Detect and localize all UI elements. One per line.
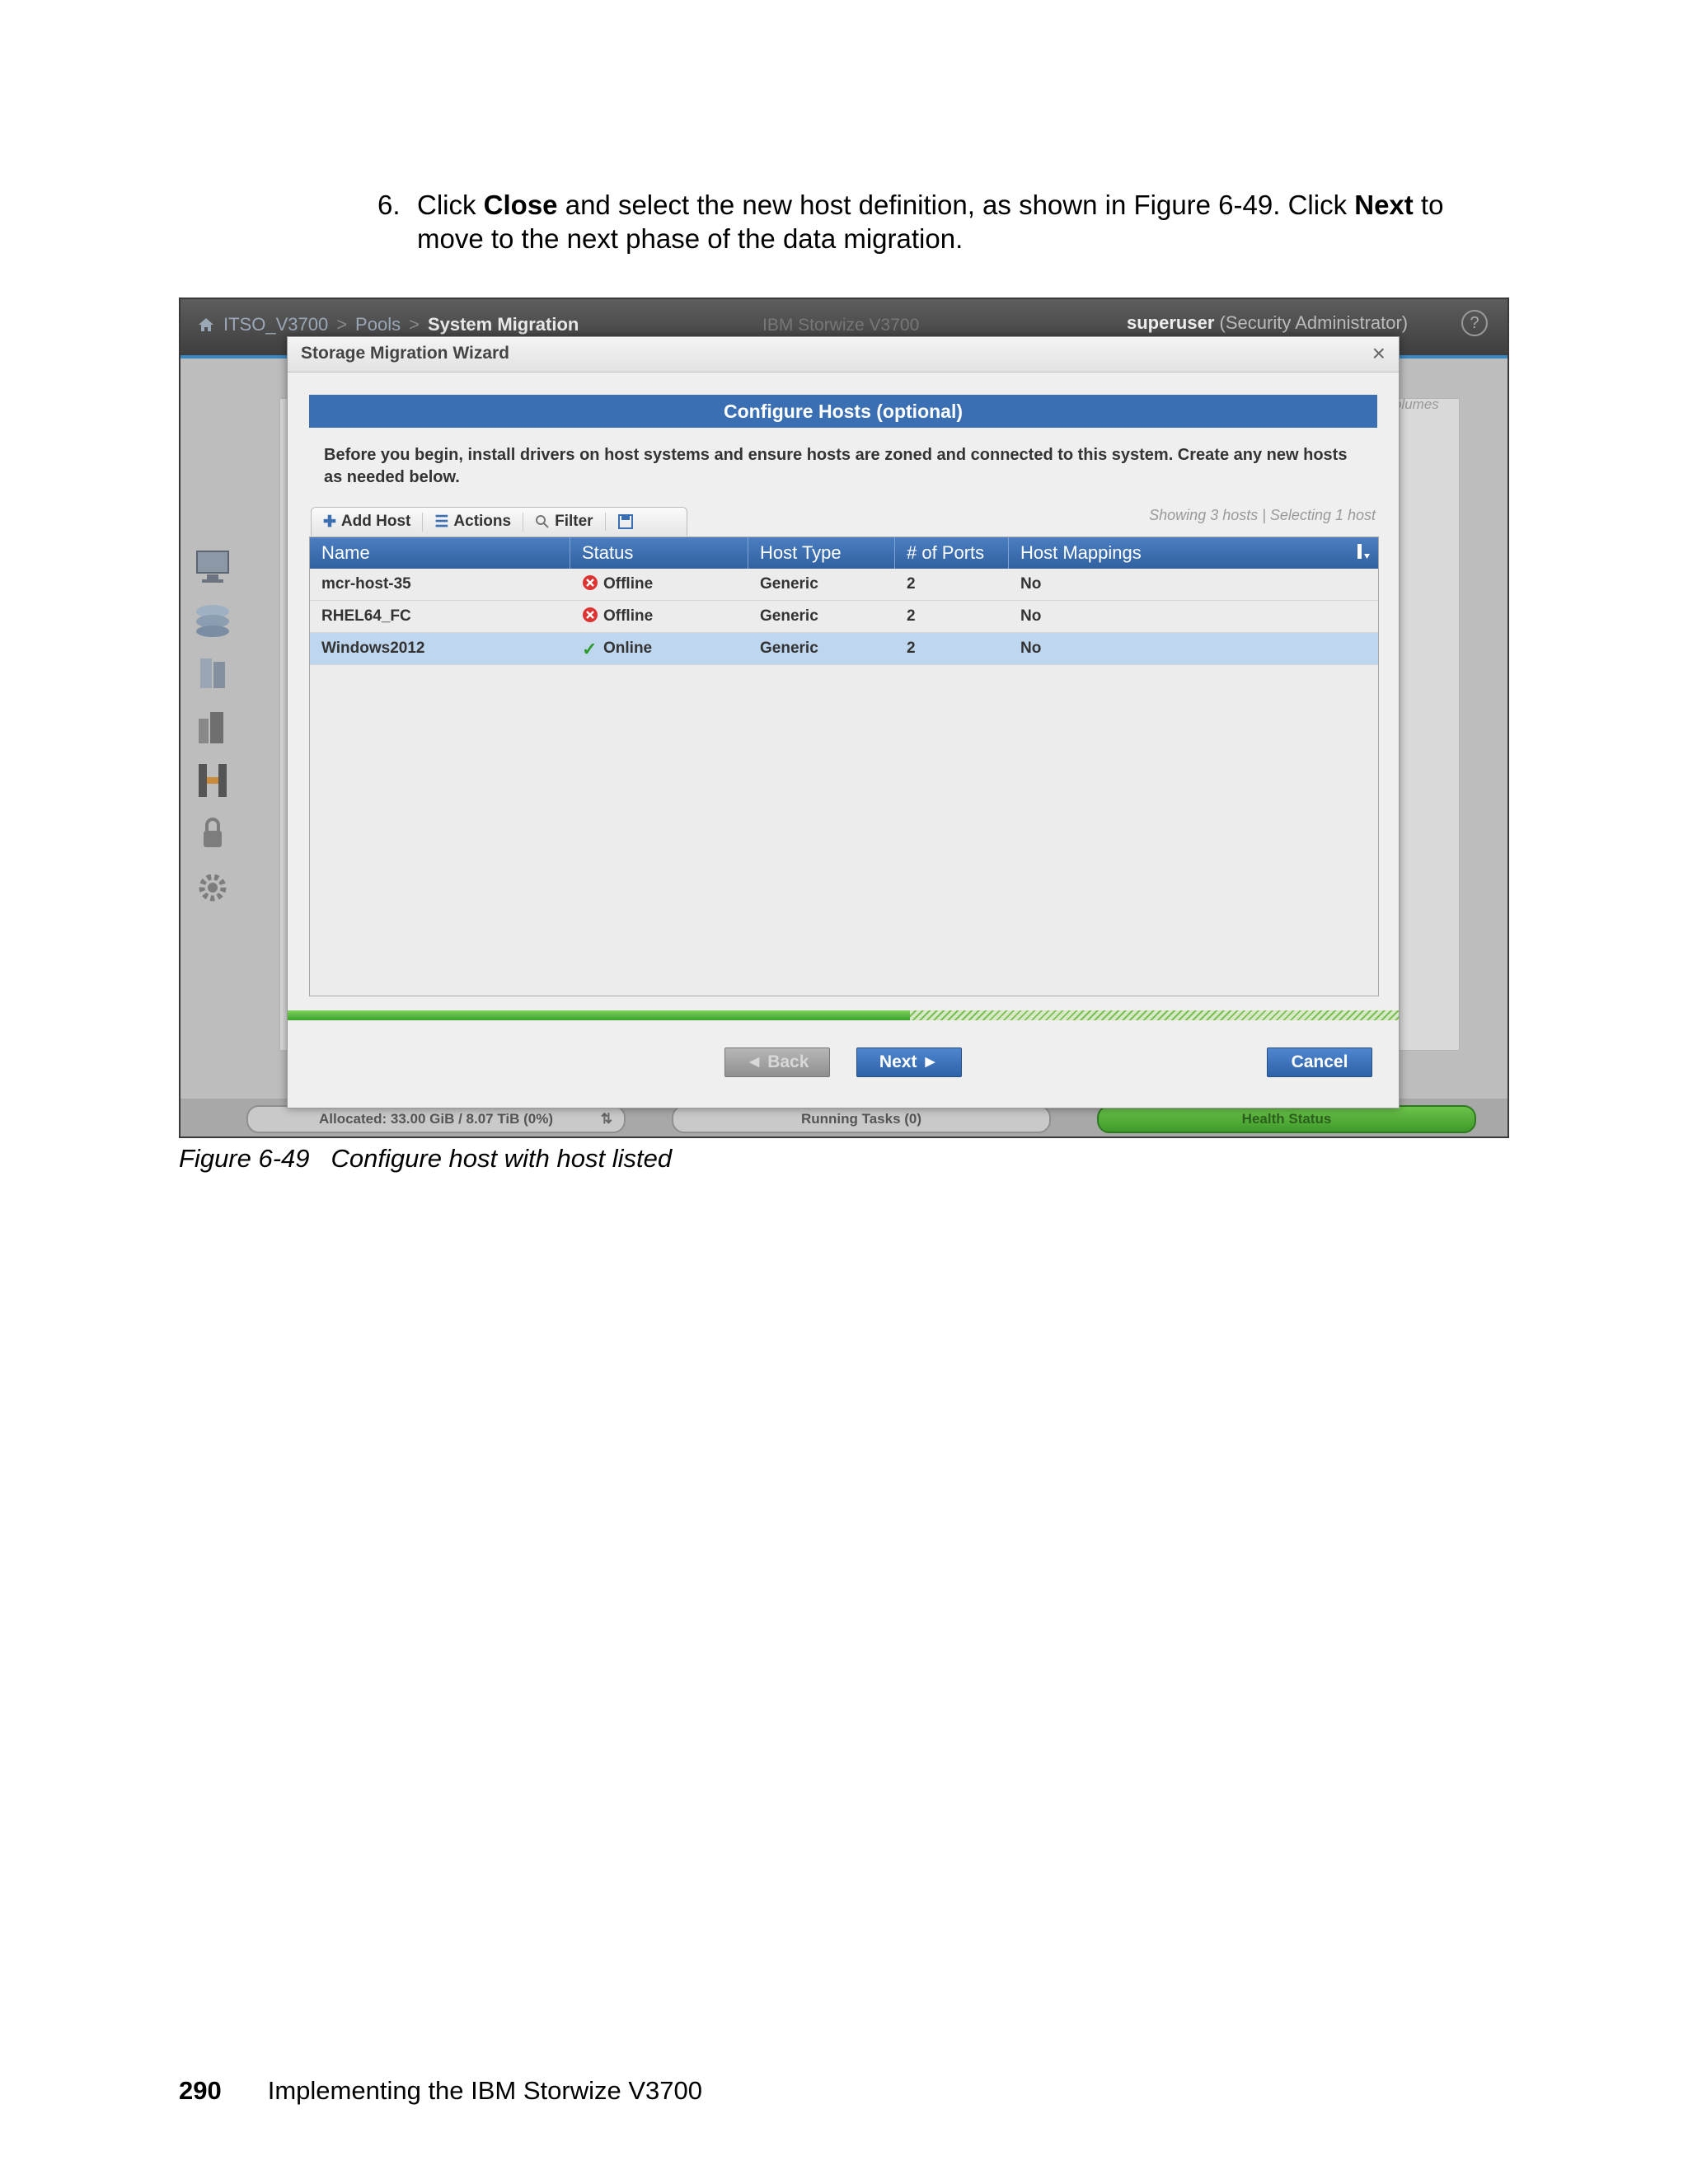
screenshot-figure: ITSO_V3700 > Pools > System Migration IB… (179, 298, 1509, 1138)
breadcrumb-system[interactable]: ITSO_V3700 (223, 314, 328, 335)
cell-host-type: Generic (760, 607, 818, 625)
hosts-icon[interactable] (190, 707, 235, 747)
error-icon (583, 575, 598, 590)
hosts-table: Name Status Host Type # of Ports Host Ma… (309, 537, 1379, 996)
breadcrumb-pools[interactable]: Pools (355, 314, 401, 335)
home-icon[interactable] (197, 316, 215, 334)
pools-icon[interactable] (190, 600, 235, 640)
add-host-label: Add Host (340, 513, 411, 530)
step-paragraph: 6. Click Close and select the new host d… (377, 188, 1482, 255)
wizard-progress-bar (288, 1010, 1399, 1020)
next-button[interactable]: Next ► (856, 1047, 962, 1077)
figure-label: Figure 6-49 (179, 1144, 310, 1173)
cell-ports: 2 (907, 640, 916, 657)
progress-fill (288, 1010, 910, 1020)
step-text: Click Close and select the new host defi… (417, 188, 1482, 255)
actions-button[interactable]: ☰ Actions (423, 512, 524, 532)
modal-title-bar: Storage Migration Wizard × (288, 337, 1399, 373)
cell-mappings: No (1020, 607, 1042, 625)
checkmark-icon: ✓ (582, 639, 598, 659)
plus-icon: ✚ (323, 513, 336, 531)
step-banner: Configure Hosts (optional) (309, 395, 1377, 428)
step-text-part: and select the new host definition, as s… (557, 190, 1355, 220)
book-title: Implementing the IBM Storwize V3700 (267, 2076, 702, 2105)
breadcrumb-separator: > (409, 314, 420, 335)
copy-services-icon[interactable] (190, 761, 235, 800)
health-status[interactable]: Health Status (1097, 1105, 1476, 1133)
actions-label: Actions (453, 513, 512, 530)
storage-migration-wizard: Storage Migration Wizard × Configure Hos… (287, 336, 1400, 1108)
column-header-status[interactable]: Status (570, 537, 748, 569)
cell-status: Offline (570, 569, 653, 600)
swap-arrows-icon: ⇅ (600, 1111, 612, 1127)
cell-ports: 2 (907, 607, 916, 625)
breadcrumb: ITSO_V3700 > Pools > System Migration (197, 314, 579, 335)
user-info[interactable]: superuser (Security Administrator) (1127, 312, 1408, 334)
allocation-status[interactable]: Allocated: 33.00 GiB / 8.07 TiB (0%) ⇅ (246, 1105, 626, 1133)
table-row[interactable]: mcr-host-35 Offline Generic 2 No (310, 569, 1378, 601)
allocation-text: Allocated: 33.00 GiB / 8.07 TiB (0%) (318, 1111, 554, 1127)
column-header-name[interactable]: Name (310, 537, 570, 569)
side-nav (190, 546, 240, 921)
save-view-button[interactable] (606, 513, 645, 530)
cell-mappings: No (1020, 640, 1042, 657)
breadcrumb-current: System Migration (427, 314, 579, 335)
cell-name: mcr-host-35 (321, 575, 411, 593)
status-text: Offline (603, 575, 654, 593)
filter-button[interactable]: Filter (523, 513, 606, 531)
column-header-host-mappings[interactable]: Host Mappings (1009, 537, 1378, 569)
table-header: Name Status Host Type # of Ports Host Ma… (310, 537, 1378, 569)
back-button[interactable]: ◄ Back (724, 1047, 830, 1077)
add-host-button[interactable]: ✚ Add Host (312, 512, 424, 532)
selection-summary: Showing 3 hosts | Selecting 1 host (1149, 507, 1376, 523)
close-icon[interactable]: × (1372, 340, 1386, 367)
filter-label: Filter (555, 513, 593, 530)
volumes-icon[interactable] (190, 654, 235, 693)
table-row[interactable]: RHEL64_FC Offline Generic 2 No (310, 601, 1378, 633)
step-number: 6. (377, 190, 401, 220)
save-icon (617, 514, 633, 529)
user-role: (Security Administrator) (1219, 312, 1409, 333)
cell-name: Windows2012 (321, 640, 425, 657)
cell-status: ✓ Online (570, 633, 652, 664)
cell-host-type: Generic (760, 575, 818, 593)
page-number: 290 (179, 2076, 222, 2105)
settings-icon[interactable] (190, 868, 235, 907)
monitoring-icon[interactable] (190, 546, 235, 586)
background-volumes-label: olumes (1394, 396, 1439, 412)
username: superuser (1127, 312, 1215, 333)
status-text: Online (603, 640, 653, 657)
table-row-selected[interactable]: Windows2012 ✓ Online Generic 2 No (310, 633, 1378, 665)
search-icon (536, 515, 549, 528)
figure-caption: Figure 6-49 Configure host with host list… (179, 1144, 672, 1174)
cell-ports: 2 (907, 575, 916, 593)
cell-mappings: No (1020, 575, 1042, 593)
cell-status: Offline (570, 601, 653, 632)
access-icon[interactable] (190, 814, 235, 854)
step-bold-close: Close (483, 190, 558, 220)
column-header-host-type[interactable]: Host Type (748, 537, 895, 569)
page-footer: 290 Implementing the IBM Storwize V3700 (179, 2076, 702, 2106)
step-text-part: Click (417, 190, 484, 220)
product-name: IBM Storwize V3700 (762, 316, 920, 335)
cell-host-type: Generic (760, 640, 818, 657)
error-icon (583, 607, 598, 622)
running-tasks-status[interactable]: Running Tasks (0) (672, 1105, 1051, 1133)
breadcrumb-separator: > (336, 314, 348, 335)
list-icon: ☰ (434, 513, 449, 531)
step-bold-next: Next (1354, 190, 1414, 220)
help-icon[interactable]: ? (1461, 310, 1488, 336)
grid-toolbar: ✚ Add Host ☰ Actions Filter (311, 507, 687, 536)
cell-name: RHEL64_FC (321, 607, 411, 625)
modal-title: Storage Migration Wizard (301, 344, 509, 363)
figure-caption-text: Configure host with host listed (331, 1144, 673, 1173)
cancel-button[interactable]: Cancel (1267, 1047, 1372, 1077)
intro-text: Before you begin, install drivers on hos… (324, 446, 1348, 486)
column-chooser-icon[interactable] (1355, 542, 1372, 562)
column-header-ports[interactable]: # of Ports (895, 537, 1009, 569)
status-text: Offline (603, 607, 654, 625)
